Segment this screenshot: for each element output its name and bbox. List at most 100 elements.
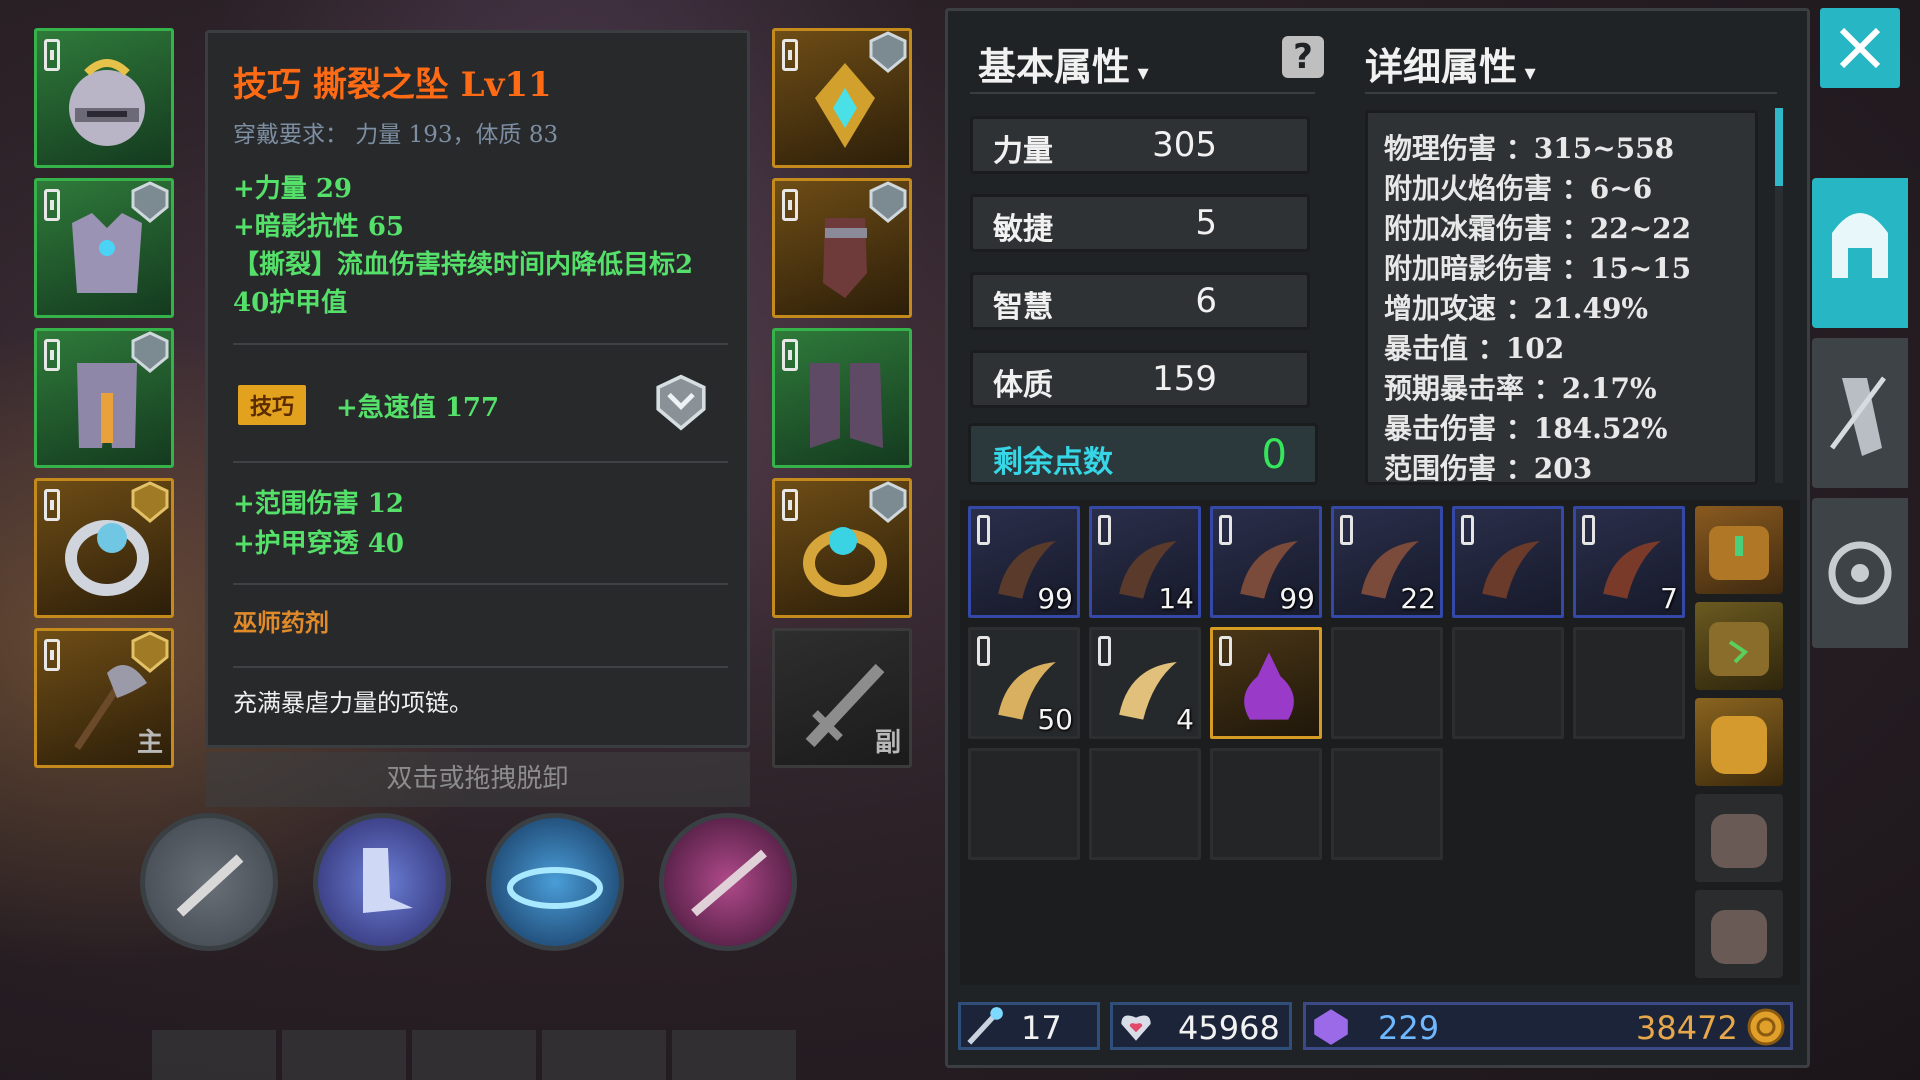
quick-slot[interactable] bbox=[282, 1030, 406, 1080]
item-tooltip: 技巧 撕裂之坠 Lv11 穿戴要求： 力量 193，体质 83 +力量 29 +… bbox=[205, 30, 750, 748]
inventory-slot[interactable]: 99 bbox=[968, 506, 1080, 618]
item-stat: +暗影抗性 65 bbox=[233, 212, 405, 242]
item-stat: 40护甲值 bbox=[233, 288, 348, 318]
boots-icon bbox=[810, 363, 883, 448]
attribute-agility: 敏捷 5 bbox=[970, 194, 1310, 252]
necklace-icon bbox=[815, 63, 875, 148]
inventory-slot[interactable]: 4 bbox=[1089, 627, 1201, 739]
inventory-slot[interactable]: 99 bbox=[1210, 506, 1322, 618]
gems-gold-counter: 229 38472 bbox=[1303, 1002, 1793, 1050]
basic-attributes-header[interactable]: 基本属性 ▾ bbox=[978, 36, 1149, 91]
item-category: 巫师药剂 bbox=[233, 608, 329, 637]
close-button[interactable] bbox=[1820, 8, 1900, 88]
item-stat: +急速值 177 bbox=[336, 393, 500, 423]
bag-slot[interactable] bbox=[1695, 602, 1783, 690]
item-count: 14 bbox=[1158, 582, 1194, 615]
item-count: 99 bbox=[1279, 582, 1315, 615]
item-count: 22 bbox=[1400, 582, 1436, 615]
offhand-weapon-slot[interactable]: 副 bbox=[772, 628, 912, 768]
necklace-slot[interactable] bbox=[772, 28, 912, 168]
divider bbox=[233, 666, 728, 668]
item-stat: 【撕裂】流血伤害持续时间内降低目标2 bbox=[233, 250, 694, 280]
inventory-slot[interactable] bbox=[1210, 748, 1322, 860]
bag-slot[interactable] bbox=[1695, 698, 1783, 786]
skill-bleed[interactable] bbox=[659, 813, 797, 951]
detail-attributes-header[interactable]: 详细属性 ▾ bbox=[1365, 36, 1536, 91]
ring-icon bbox=[65, 520, 149, 596]
item-stat: +护甲穿透 40 bbox=[233, 529, 405, 559]
tab-equipment[interactable] bbox=[1812, 178, 1908, 328]
slot-label: 副 bbox=[874, 728, 901, 758]
detail-attributes-list[interactable]: 物理伤害 ：315~558 附加火焰伤害 ：6~6 附加冰霜伤害 ：22~22 … bbox=[1365, 110, 1758, 485]
detail-row: 附加火焰伤害 ：6~6 bbox=[1384, 172, 1653, 205]
inventory-slot[interactable] bbox=[1452, 506, 1564, 618]
boots-slot[interactable] bbox=[772, 328, 912, 468]
item-count: 7 bbox=[1660, 582, 1678, 615]
skill-whirl[interactable] bbox=[486, 813, 624, 951]
item-count: 50 bbox=[1037, 703, 1073, 736]
close-icon bbox=[1839, 27, 1881, 69]
tab-settings[interactable] bbox=[1812, 498, 1908, 648]
gauntlet-tab-icon bbox=[1829, 376, 1887, 456]
inventory-slot[interactable] bbox=[1573, 627, 1685, 739]
help-button[interactable]: ? bbox=[1282, 36, 1324, 78]
quick-slot[interactable] bbox=[542, 1030, 666, 1080]
detail-row: 增加攻速 ：21.49% bbox=[1384, 292, 1649, 325]
quick-slot[interactable] bbox=[412, 1030, 536, 1080]
sword-skill-icon bbox=[176, 854, 244, 917]
bag-slot[interactable] bbox=[1695, 890, 1783, 978]
gloves-slot[interactable] bbox=[772, 178, 912, 318]
item-requirement: 穿戴要求： 力量 193，体质 83 bbox=[233, 122, 559, 148]
divider bbox=[1365, 92, 1777, 94]
remaining-points: 剩余点数 0 bbox=[968, 423, 1318, 485]
inventory-slot[interactable]: 14 bbox=[1089, 506, 1201, 618]
helmet-slot[interactable] bbox=[34, 28, 174, 168]
leg-armor-icon bbox=[77, 363, 137, 448]
inventory-slot[interactable] bbox=[1452, 627, 1564, 739]
purple-potion-icon bbox=[1244, 652, 1294, 720]
inventory-slot[interactable] bbox=[1331, 748, 1443, 860]
boot-skill-icon bbox=[363, 848, 413, 913]
attribute-wisdom: 智慧 6 bbox=[970, 272, 1310, 330]
item-description: 充满暴虐力量的项链。 bbox=[233, 689, 473, 717]
chest-armor-icon bbox=[72, 213, 142, 293]
ring-slot[interactable] bbox=[34, 478, 174, 618]
tail-icon bbox=[1482, 541, 1540, 599]
ring2-slot[interactable] bbox=[772, 478, 912, 618]
detail-row: 暴击伤害 ：184.52% bbox=[1384, 412, 1668, 445]
detail-row: 物理伤害 ：315~558 bbox=[1384, 132, 1675, 165]
divider bbox=[233, 343, 728, 345]
bag-slot[interactable] bbox=[1695, 794, 1783, 882]
inventory-slot[interactable]: 22 bbox=[1331, 506, 1443, 618]
backpack-icon bbox=[1711, 814, 1767, 868]
backpack-icon bbox=[1709, 622, 1769, 676]
inventory-slot[interactable]: 7 bbox=[1573, 506, 1685, 618]
skill-charge[interactable] bbox=[313, 813, 451, 951]
inventory-slot[interactable] bbox=[1089, 748, 1201, 860]
helmet-icon bbox=[69, 59, 145, 146]
main-weapon-slot[interactable]: 主 bbox=[34, 628, 174, 768]
backpack-icon bbox=[1709, 526, 1769, 580]
wand-icon bbox=[967, 1007, 1003, 1045]
inventory-slot[interactable] bbox=[1210, 627, 1322, 739]
detail-scroll-thumb[interactable] bbox=[1775, 108, 1783, 186]
inventory-slot[interactable] bbox=[968, 748, 1080, 860]
helmet-tab-icon bbox=[1832, 213, 1888, 278]
leg-armor-slot[interactable] bbox=[34, 328, 174, 468]
heart-crest-icon bbox=[1121, 1015, 1151, 1041]
quick-slot[interactable] bbox=[672, 1030, 796, 1080]
inventory-slot[interactable] bbox=[1331, 627, 1443, 739]
slot-label: 主 bbox=[136, 728, 163, 758]
attribute-strength: 力量 305 bbox=[970, 116, 1310, 174]
bag-slot[interactable] bbox=[1695, 506, 1783, 594]
skill-slash[interactable] bbox=[140, 813, 278, 951]
detail-row: 附加冰霜伤害 ：22~22 bbox=[1384, 212, 1692, 245]
detail-row: 附加暗影伤害 ：15~15 bbox=[1384, 252, 1692, 285]
inventory-slot[interactable]: 50 bbox=[968, 627, 1080, 739]
item-title: 技巧 撕裂之坠 Lv11 bbox=[233, 65, 552, 105]
tab-skills[interactable] bbox=[1812, 338, 1908, 488]
backpack-icon bbox=[1711, 716, 1767, 774]
quick-slot[interactable] bbox=[152, 1030, 276, 1080]
backpack-icon bbox=[1711, 910, 1767, 964]
chest-armor-slot[interactable] bbox=[34, 178, 174, 318]
